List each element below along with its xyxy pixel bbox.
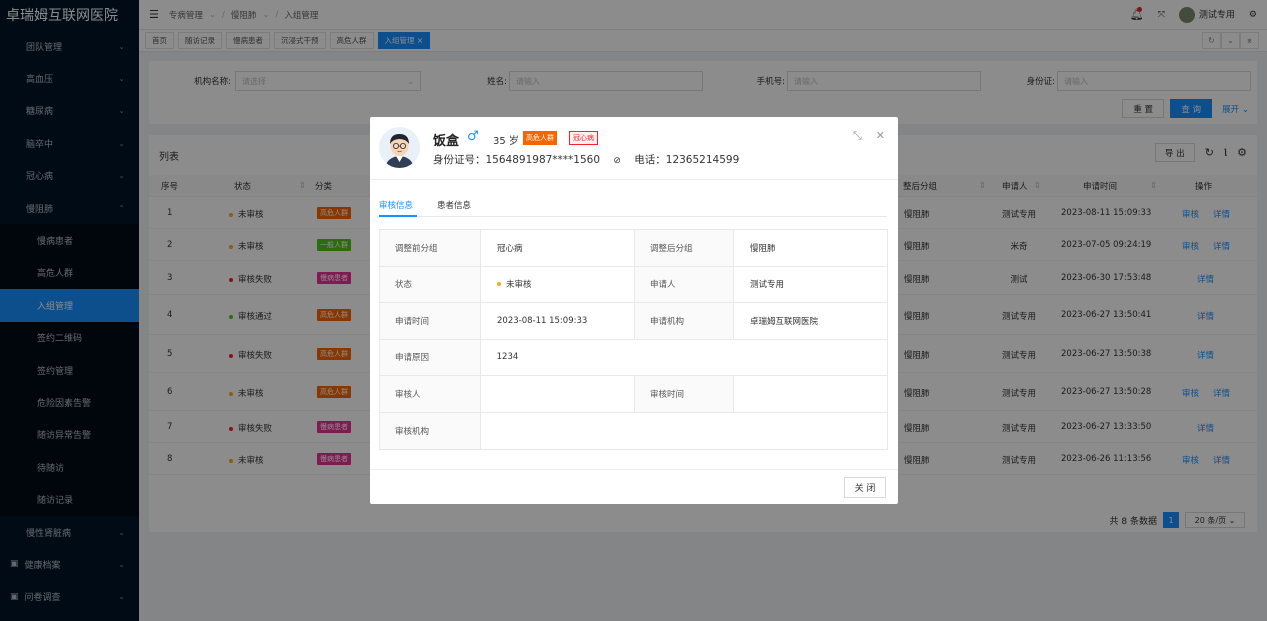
audit-table: 调整前分组 冠心病 调整后分组 慢阻肺 状态 未审核 申请人 测试专用 申请时间… (379, 229, 888, 450)
after-group-label: 调整后分组 (635, 230, 734, 266)
high-risk-tag: 高危人群 (523, 131, 557, 145)
audit-time-label: 审核时间 (635, 376, 734, 412)
status-label: 状态 (380, 266, 481, 302)
apply-org-value: 卓瑞姆互联网医院 (750, 316, 819, 327)
tab-patient-info[interactable]: 患者信息 (437, 199, 471, 211)
modal-tabs: 审核信息 患者信息 (379, 192, 887, 217)
applicant-value: 测试专用 (750, 280, 785, 291)
tab-audit-info[interactable]: 审核信息 (379, 199, 413, 211)
phone-number: 电话：12365214599 (634, 154, 740, 166)
patient-id-line: 身份证号：1564891987****1560 ⊘ 电话：12365214599 (433, 152, 739, 167)
detail-row: 状态 未审核 申请人 测试专用 (380, 266, 887, 303)
close-button[interactable]: 关 闭 (844, 477, 886, 498)
apply-org-label: 申请机构 (635, 303, 734, 339)
detail-row: 审核人 审核时间 (380, 376, 887, 413)
patient-age: 35 岁 (493, 136, 519, 147)
fullscreen-icon[interactable]: ⤡ (853, 129, 862, 143)
detail-row: 申请原因 1234 (380, 339, 887, 376)
before-group-value: 冠心病 (481, 230, 635, 266)
avatar (379, 127, 420, 168)
modal-tools: ⤡ ✕ (853, 129, 885, 143)
auditor-label: 审核人 (380, 376, 481, 412)
modal-footer: 关 闭 (370, 469, 898, 504)
after-group-value: 慢阻肺 (750, 243, 776, 254)
male-icon: ♂ (467, 129, 479, 144)
apply-time-value: 2023-08-11 15:09:33 (481, 303, 635, 339)
tab-ink-bar (379, 215, 417, 217)
status-value: 未审核 (481, 266, 635, 302)
reason-label: 申请原因 (380, 339, 481, 375)
apply-time-label: 申请时间 (380, 303, 481, 339)
eye-off-icon[interactable]: ⊘ (613, 156, 621, 166)
detail-row: 调整前分组 冠心病 调整后分组 慢阻肺 (380, 230, 887, 267)
status-text: 未审核 (506, 280, 532, 291)
id-card-number: 身份证号：1564891987****1560 (433, 154, 601, 166)
close-icon[interactable]: ✕ (876, 129, 885, 143)
before-group-label: 调整前分组 (380, 230, 481, 266)
status-dot (497, 282, 501, 287)
modal-header: 饭盒 ♂ 35 岁 高危人群 冠心病 身份证号：1564891987****15… (370, 117, 898, 180)
patient-modal: 饭盒 ♂ 35 岁 高危人群 冠心病 身份证号：1564891987****15… (370, 117, 898, 504)
detail-row: 审核机构 (380, 412, 887, 450)
audit-org-label: 审核机构 (380, 412, 481, 449)
detail-row: 申请时间 2023-08-11 15:09:33 申请机构 卓瑞姆互联网医院 (380, 303, 887, 340)
audit-time-value (734, 376, 887, 412)
disease-tag: 冠心病 (569, 131, 598, 145)
auditor-value (481, 376, 635, 412)
audit-org-value (481, 413, 887, 450)
applicant-label: 申请人 (635, 266, 734, 302)
reason-value: 1234 (496, 352, 519, 363)
patient-name: 饭盒 (433, 134, 460, 149)
